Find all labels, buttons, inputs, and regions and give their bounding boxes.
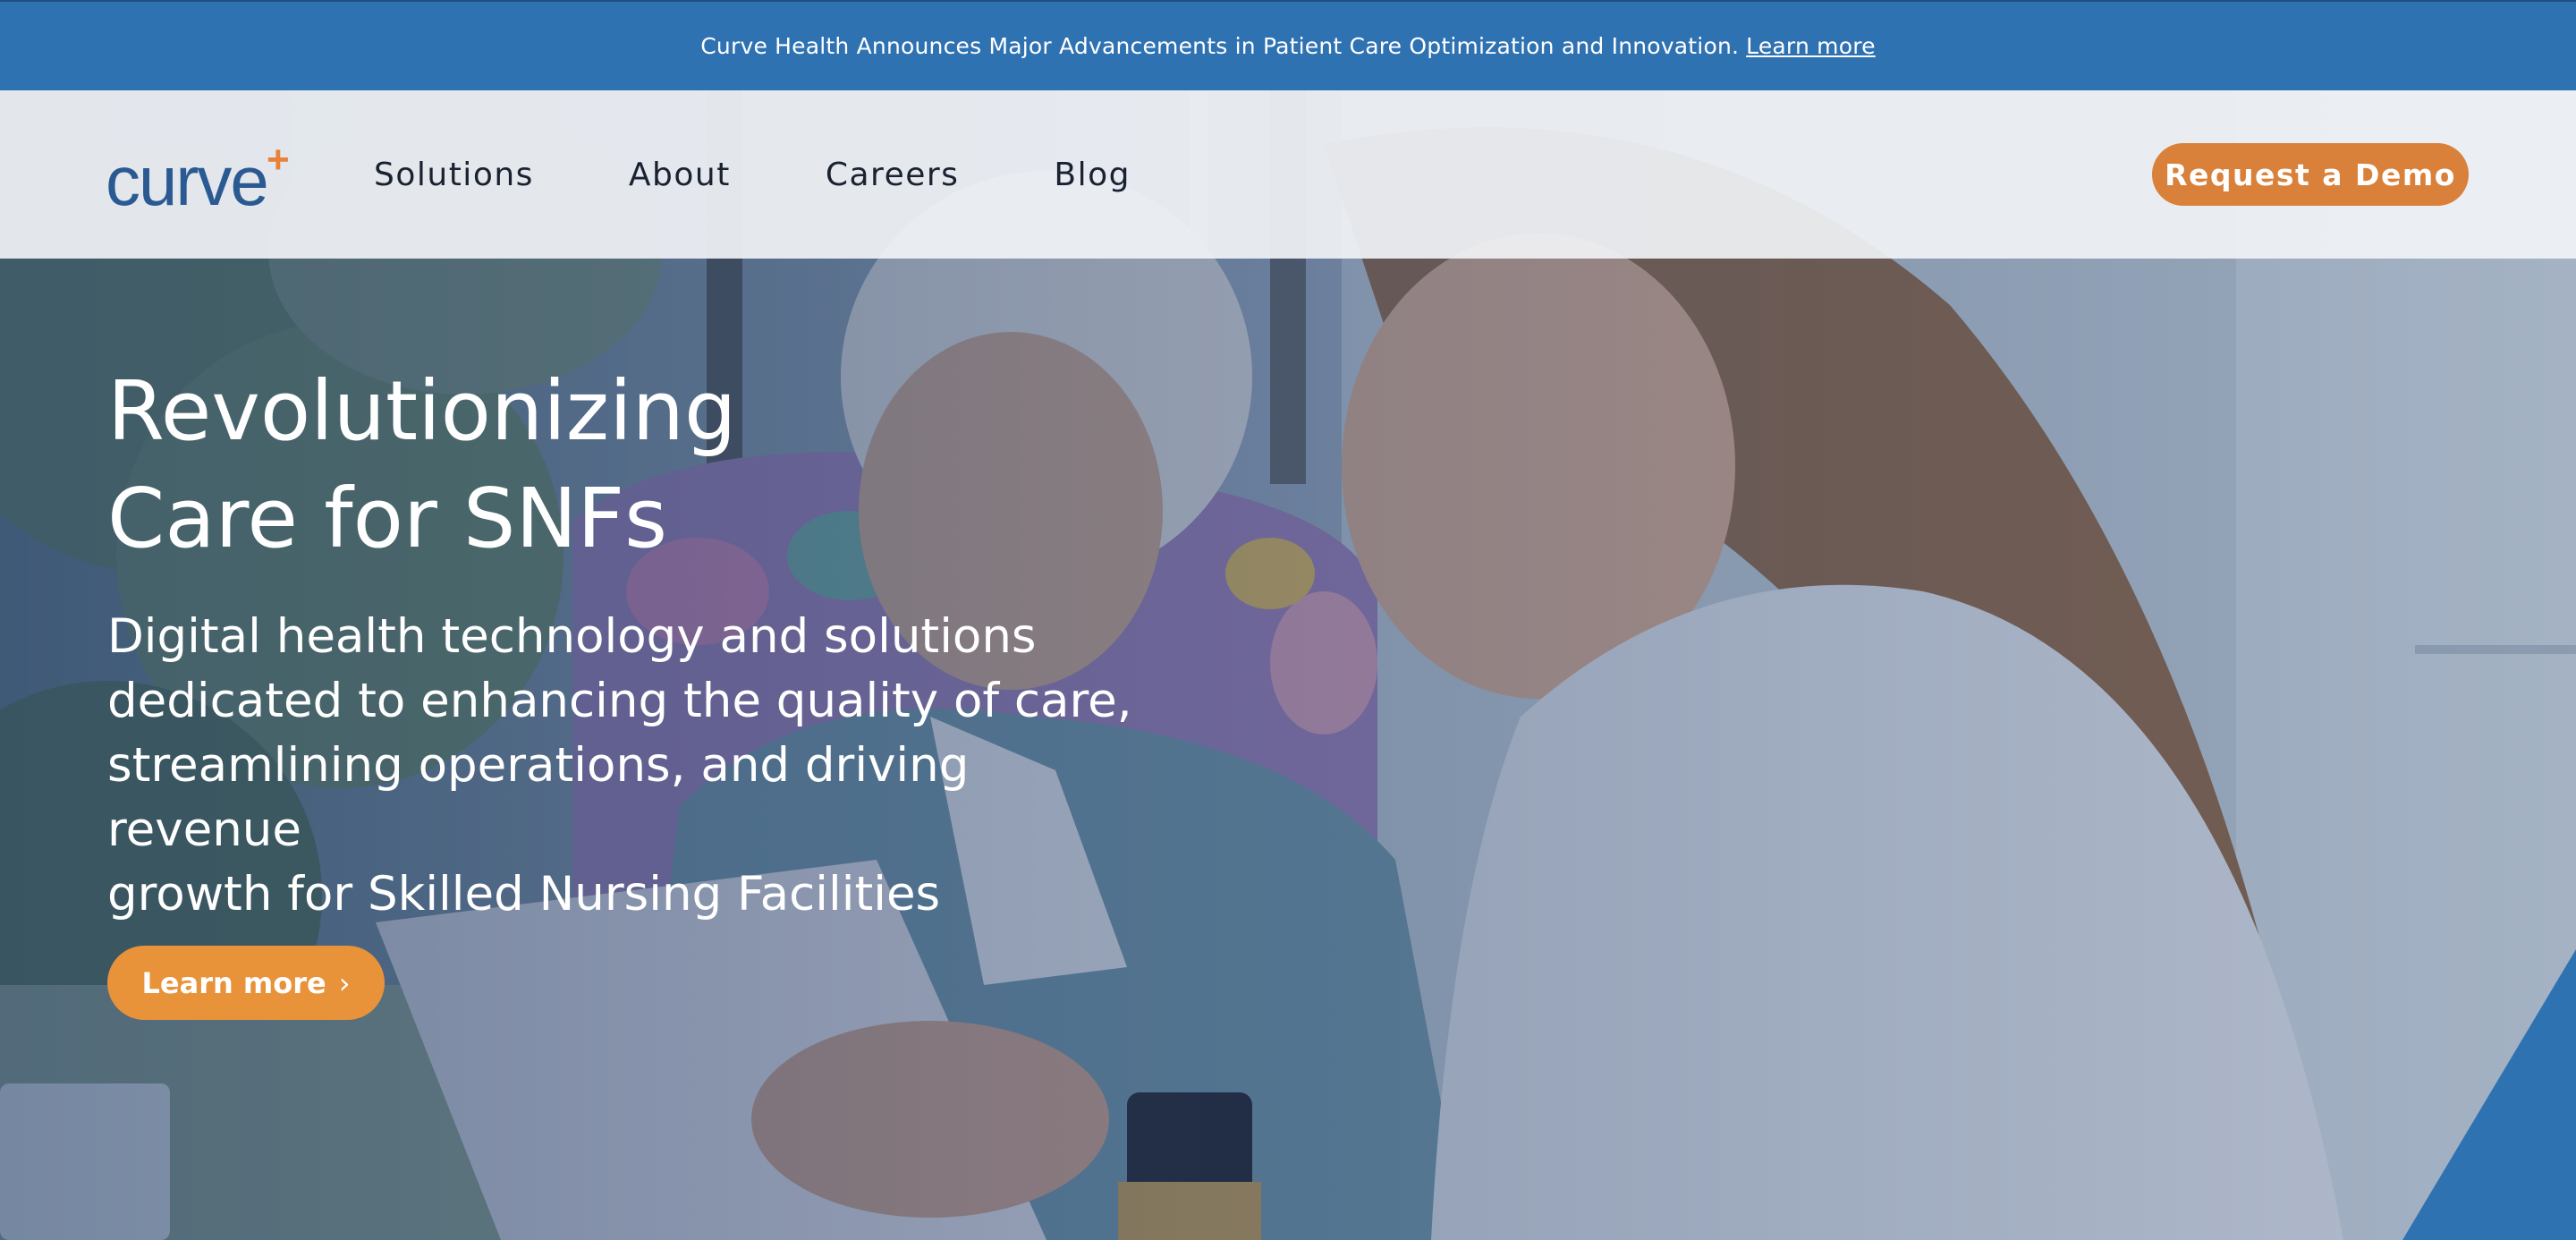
hero-subtitle-line3: streamlining operations, and driving rev…	[107, 738, 970, 857]
nav-item-blog[interactable]: Blog	[1054, 157, 1131, 193]
hero-subtitle-line2: dedicated to enhancing the quality of ca…	[107, 674, 1132, 728]
hero-title-line2: Care for SNFs	[107, 471, 668, 566]
hero-subtitle-line1: Digital health technology and solutions	[107, 609, 1037, 664]
curve-logo[interactable]: curve +	[106, 144, 293, 216]
chevron-right-icon: ›	[338, 965, 351, 1000]
nav-item-about[interactable]: About	[629, 157, 731, 193]
svg-text:curve: curve	[106, 144, 267, 216]
hero-title-line1: Revolutionizing	[107, 363, 737, 459]
hero-title: Revolutionizing Care for SNFs	[107, 358, 912, 573]
hero-subtitle: Digital health technology and solutions …	[107, 605, 1163, 927]
announcement-learn-more-link[interactable]: Learn more	[1746, 33, 1876, 59]
announcement-text: Curve Health Announces Major Advancement…	[700, 33, 1740, 59]
hero-learn-more-label: Learn more	[141, 965, 326, 1000]
nav-item-solutions[interactable]: Solutions	[374, 157, 534, 193]
svg-text:+: +	[267, 144, 290, 182]
hero-learn-more-button[interactable]: Learn more ›	[107, 946, 385, 1020]
request-demo-button[interactable]: Request a Demo	[2152, 143, 2469, 206]
nav-links: Solutions About Careers Blog	[374, 90, 1225, 259]
hero-subtitle-line4: growth for Skilled Nursing Facilities	[107, 867, 941, 922]
nav-item-careers[interactable]: Careers	[826, 157, 960, 193]
announcement-bar: Curve Health Announces Major Advancement…	[0, 0, 2576, 90]
